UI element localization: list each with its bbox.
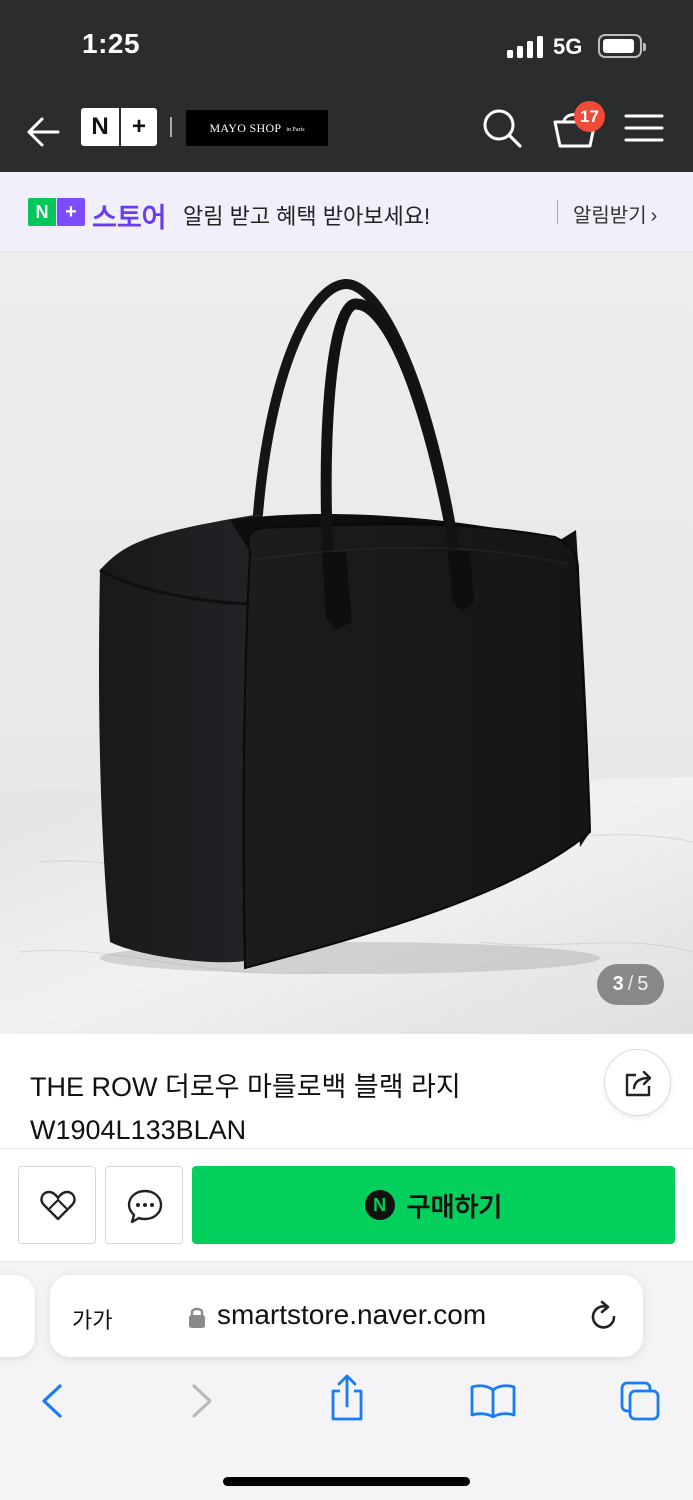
nplus-store-badge: N + (28, 198, 85, 226)
subscribe-notification-button[interactable]: 알림받기 › (573, 199, 657, 228)
share-button[interactable] (604, 1049, 671, 1116)
store-badge-plus: + (57, 198, 85, 226)
talktalk-button[interactable] (105, 1166, 183, 1244)
reload-icon[interactable] (589, 1300, 619, 1332)
text-size-button[interactable]: 가가 (72, 1303, 112, 1335)
browser-back-icon[interactable] (38, 1382, 66, 1420)
nplus-logo[interactable]: N + (81, 108, 157, 146)
notification-banner: N + 스토어 알림 받고 혜택 받아보세요! 알림받기 › (0, 172, 693, 252)
notice-divider (557, 200, 558, 224)
image-total: 5 (637, 973, 649, 995)
shop-logo-name: MAYO SHOP (209, 120, 282, 135)
store-badge-n: N (28, 198, 56, 226)
battery-icon (598, 34, 646, 58)
shop-logo-sub: in Paris (286, 126, 305, 133)
share-sheet-icon[interactable] (328, 1374, 366, 1422)
menu-icon[interactable] (624, 110, 664, 146)
previous-tab-preview[interactable] (0, 1275, 35, 1357)
chevron-right-icon: › (650, 205, 658, 227)
zzim-button[interactable] (18, 1166, 96, 1244)
back-arrow-icon[interactable] (24, 112, 64, 152)
image-counter-separator: / (627, 973, 634, 995)
tabs-icon[interactable] (619, 1380, 661, 1422)
header-divider (170, 117, 172, 137)
chat-bubble-icon (127, 1189, 163, 1224)
heart-tag-icon (40, 1190, 76, 1221)
buy-button[interactable]: N 구매하기 (192, 1166, 675, 1244)
product-title: THE ROW 더로우 마를로백 블랙 라지 W1904L133BLAN (30, 1066, 590, 1152)
nplus-logo-n: N (91, 113, 109, 140)
naverpay-n-icon: N (364, 1190, 395, 1220)
status-time: 1:25 (82, 28, 141, 59)
notice-message: 알림 받고 혜택 받아보세요! (183, 204, 431, 229)
nplus-logo-plus: + (119, 108, 157, 146)
product-title-line1: THE ROW 더로우 마를로백 블랙 라지 (30, 1072, 461, 1102)
subscribe-label: 알림받기 (573, 205, 647, 227)
cart-count-badge: 17 (574, 101, 605, 132)
browser-forward-icon[interactable] (188, 1382, 216, 1420)
image-index: 3 (612, 973, 624, 995)
image-counter: 3/5 (597, 964, 664, 1005)
lock-icon (189, 1307, 205, 1328)
network-type: 5G (553, 34, 583, 59)
status-bar: 1:25 5G (0, 0, 693, 92)
store-label: 스토어 (92, 203, 167, 233)
home-indicator (223, 1477, 470, 1486)
signal-icon (507, 36, 543, 58)
url-text[interactable]: smartstore.naver.com (217, 1299, 486, 1331)
shop-logo[interactable]: MAYO SHOP in Paris (186, 110, 328, 146)
bookmarks-icon[interactable] (469, 1382, 517, 1418)
product-image-carousel[interactable] (0, 252, 693, 1034)
product-photo (0, 252, 693, 1034)
search-icon[interactable] (480, 106, 524, 150)
share-icon (625, 1070, 652, 1097)
buy-label: 구매하기 (406, 1191, 503, 1222)
product-title-line2: W1904L133BLAN (30, 1115, 247, 1145)
